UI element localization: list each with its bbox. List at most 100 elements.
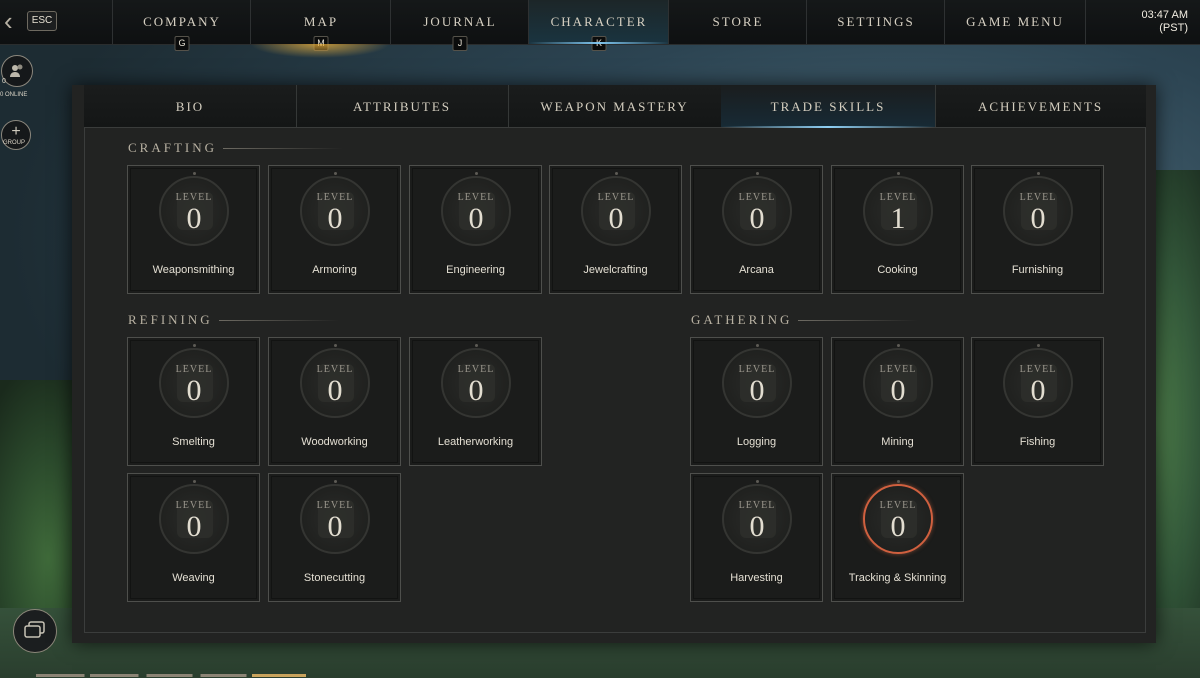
skill-card-jewelcrafting[interactable]: LEVEL 0 Jewelcrafting <box>549 165 682 294</box>
skill-name: Armoring <box>312 264 357 276</box>
nav-tab-company[interactable]: COMPANY G <box>112 0 251 51</box>
skill-card-furnishing[interactable]: LEVEL 0 Furnishing <box>971 165 1104 294</box>
skill-level-badge: LEVEL 0 <box>441 344 511 418</box>
skill-level-badge: LEVEL 0 <box>722 480 792 554</box>
skill-name: Engineering <box>446 264 505 276</box>
level-value: 0 <box>327 510 343 543</box>
skill-card-fishing[interactable]: LEVEL 0 Fishing <box>971 337 1104 466</box>
skill-name: Tracking & Skinning <box>848 572 947 584</box>
skill-card-armoring[interactable]: LEVEL 0 Armoring <box>268 165 401 294</box>
section-title-refining: REFINING <box>128 312 338 327</box>
skill-card-logging[interactable]: LEVEL 0 Logging <box>690 337 823 466</box>
level-value: 0 <box>186 374 202 407</box>
skill-card-smelting[interactable]: LEVEL 0 Smelting <box>127 337 260 466</box>
skill-name: Weaving <box>172 572 215 584</box>
skill-level-badge: LEVEL 0 <box>441 172 511 246</box>
clock: 03:47 AM (PST) <box>1142 9 1188 35</box>
chat-icon <box>24 621 45 638</box>
chat-button[interactable] <box>13 609 57 653</box>
skill-name: Weaponsmithing <box>152 264 235 276</box>
esc-button[interactable]: ESC <box>27 11 57 31</box>
back-arrow-icon[interactable]: ‹ <box>4 8 22 34</box>
skill-name: Fishing <box>1019 436 1056 448</box>
subtab-label: BIO <box>175 99 205 114</box>
skill-name: Cooking <box>877 264 918 276</box>
hotkey-badge: K <box>591 36 607 51</box>
nav-tab-game-menu[interactable]: GAME MENU <box>944 0 1086 44</box>
nav-tab-label: SETTINGS <box>837 14 915 29</box>
online-count: 0 <box>2 78 6 85</box>
skill-level-badge: LEVEL 0 <box>159 344 229 418</box>
subtab-weapon-mastery[interactable]: WEAPON MASTERY <box>508 85 722 127</box>
skill-card-tracking-skinning[interactable]: LEVEL 0 Tracking & Skinning <box>831 473 964 602</box>
nav-tab-map[interactable]: MAP M <box>250 0 391 51</box>
skill-name: Harvesting <box>730 572 783 584</box>
nav-tab-settings[interactable]: SETTINGS <box>806 0 945 44</box>
level-value: 0 <box>327 374 343 407</box>
subtab-label: WEAPON MASTERY <box>540 99 689 114</box>
skill-level-badge: LEVEL 0 <box>863 480 933 554</box>
hotkey-badge: G <box>174 36 190 51</box>
nav-tab-label: COMPANY <box>143 14 221 29</box>
skill-card-woodworking[interactable]: LEVEL 0 Woodworking <box>268 337 401 466</box>
clock-time: 03:47 AM <box>1141 9 1188 21</box>
skill-level-badge: LEVEL 0 <box>863 344 933 418</box>
skill-name: Furnishing <box>1011 264 1064 276</box>
skill-level-badge: LEVEL 0 <box>300 344 370 418</box>
skill-level-badge: LEVEL 1 <box>863 172 933 246</box>
level-value: 0 <box>468 374 484 407</box>
level-value: 0 <box>186 510 202 543</box>
skill-level-badge: LEVEL 0 <box>300 480 370 554</box>
clock-zone: (PST) <box>1159 22 1188 34</box>
skill-card-leatherworking[interactable]: LEVEL 0 Leatherworking <box>409 337 542 466</box>
nav-tab-journal[interactable]: JOURNAL J <box>390 0 529 51</box>
level-value: 0 <box>327 202 343 235</box>
skill-card-mining[interactable]: LEVEL 0 Mining <box>831 337 964 466</box>
skill-level-badge: LEVEL 0 <box>1003 172 1073 246</box>
hotkey-badge: J <box>452 36 468 51</box>
nav-tab-label: MAP <box>303 14 339 29</box>
skill-name: Woodworking <box>301 436 368 448</box>
skill-name: Logging <box>736 436 777 448</box>
skill-card-stonecutting[interactable]: LEVEL 0 Stonecutting <box>268 473 401 602</box>
nav-tab-character[interactable]: CHARACTER K <box>528 0 669 51</box>
skill-level-badge: LEVEL 0 <box>300 172 370 246</box>
subtab-trade-skills[interactable]: TRADE SKILLS <box>721 85 936 128</box>
subtab-bio[interactable]: BIO <box>84 85 297 127</box>
friends-icon <box>10 64 23 77</box>
skill-card-engineering[interactable]: LEVEL 0 Engineering <box>409 165 542 294</box>
skill-name: Stonecutting <box>303 572 366 584</box>
skill-name: Arcana <box>739 264 774 276</box>
skill-level-badge: LEVEL 0 <box>722 344 792 418</box>
skill-card-weaponsmithing[interactable]: LEVEL 0 Weaponsmithing <box>127 165 260 294</box>
section-title-gathering: GATHERING <box>691 312 920 327</box>
skill-card-harvesting[interactable]: LEVEL 0 Harvesting <box>690 473 823 602</box>
character-sub-tabs: BIO ATTRIBUTES WEAPON MASTERY TRADE SKIL… <box>84 85 1146 128</box>
skill-level-badge: LEVEL 0 <box>1003 344 1073 418</box>
skill-level-badge: LEVEL 0 <box>159 480 229 554</box>
online-label: 0 ONLINE <box>0 92 28 98</box>
level-value: 0 <box>468 202 484 235</box>
subtab-label: TRADE SKILLS <box>770 99 886 114</box>
skill-card-weaving[interactable]: LEVEL 0 Weaving <box>127 473 260 602</box>
subtab-label: ACHIEVEMENTS <box>977 99 1104 114</box>
subtab-attributes[interactable]: ATTRIBUTES <box>296 85 509 127</box>
skill-level-badge: LEVEL 0 <box>159 172 229 246</box>
section-title-crafting: CRAFTING <box>128 140 344 155</box>
bottom-progress-strip <box>36 674 306 677</box>
group-label: GROUP <box>3 140 26 146</box>
skill-name: Jewelcrafting <box>583 264 648 276</box>
level-value: 0 <box>749 374 765 407</box>
level-value: 0 <box>749 510 765 543</box>
plus-icon: + <box>11 123 21 140</box>
level-value: 0 <box>1030 374 1046 407</box>
skill-level-badge: LEVEL 0 <box>722 172 792 246</box>
character-panel: BIO ATTRIBUTES WEAPON MASTERY TRADE SKIL… <box>72 85 1156 643</box>
skill-card-arcana[interactable]: LEVEL 0 Arcana <box>690 165 823 294</box>
skill-name: Mining <box>881 436 914 448</box>
subtab-achievements[interactable]: ACHIEVEMENTS <box>935 85 1146 127</box>
top-nav-bar: ‹ ESC COMPANY G MAP M JOURNAL J CHARACTE… <box>0 0 1200 51</box>
skill-card-cooking[interactable]: LEVEL 1 Cooking <box>831 165 964 294</box>
level-value: 0 <box>608 202 624 235</box>
nav-tab-store[interactable]: STORE <box>668 0 807 44</box>
